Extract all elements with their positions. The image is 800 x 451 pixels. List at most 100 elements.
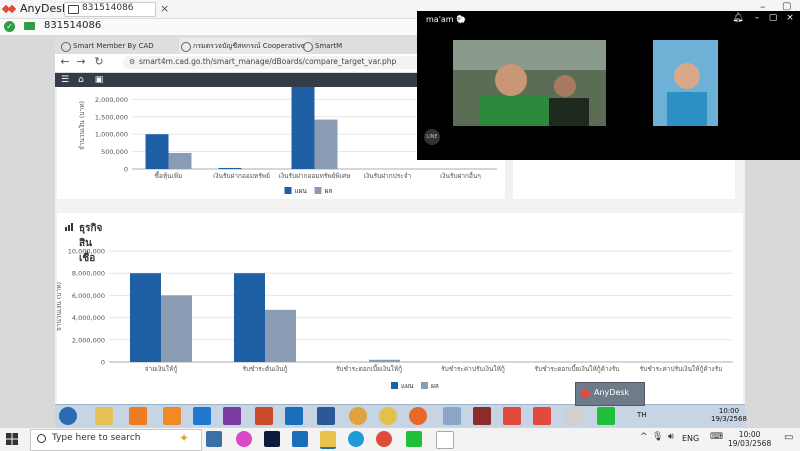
firefox-icon[interactable]: [409, 407, 427, 425]
remote-language-indicator[interactable]: TH: [637, 411, 647, 419]
x-tick-label: เงินรับฝากออมทรัพย์: [213, 172, 270, 180]
photoshop-icon[interactable]: [264, 431, 280, 447]
notification-center-icon[interactable]: ▭: [784, 432, 793, 443]
line-icon[interactable]: [406, 431, 422, 447]
remote-taskbar: TH 10:00 19/3/2568: [55, 404, 747, 427]
maximize-button[interactable]: ▢: [767, 13, 779, 23]
x-tick-label: เงินรับฝากอื่นๆ: [440, 171, 481, 180]
url-text: smart4m.cad.go.th/smart_manage/dBoards/c…: [139, 57, 397, 66]
document-icon[interactable]: [436, 431, 454, 449]
remote-date: 19/3/2568: [711, 415, 747, 423]
remote-address-id: 831514086: [44, 20, 102, 31]
credit-business-card: ธุรกิจสินเชื่อ 0 2,000,000 4,000,000 6,000,…: [55, 213, 743, 407]
minimize-button[interactable]: –: [751, 13, 763, 23]
y-tick-label: 0: [124, 166, 128, 174]
microphone-icon[interactable]: 🎙︎: [652, 432, 663, 442]
monitor-icon: [68, 5, 79, 14]
y-tick-label: 4,000,000: [72, 314, 105, 322]
y-tick-label: 8,000,000: [72, 270, 105, 278]
anydesk-logo-icon: [2, 4, 16, 14]
home-icon[interactable]: ⌂: [75, 74, 87, 86]
start-orb-icon[interactable]: [59, 407, 77, 425]
y-tick-label: 1,000,000: [95, 131, 128, 139]
video-call-window: ma'am 🐑 🔔︎ – ▢ × LINE: [417, 11, 800, 160]
chart-bar: [291, 87, 315, 169]
dashboard-icon[interactable]: ▣: [93, 74, 105, 86]
taskbar-search-box[interactable]: Type here to search ✦: [30, 429, 202, 451]
outlook-icon[interactable]: [292, 431, 308, 447]
windows-start-icon[interactable]: [6, 433, 18, 445]
powerpoint-icon[interactable]: [255, 407, 273, 425]
chart-bar: [145, 134, 169, 169]
winrar-icon[interactable]: [473, 407, 491, 425]
outlook-icon[interactable]: [285, 407, 303, 425]
x-tick-label: รับชำระต้นเงินกู้: [242, 365, 287, 373]
x-tick-label: รับชำระค่าปรับเงินให้กู้ค้างรับ: [640, 365, 722, 373]
chart-bar: [369, 359, 400, 362]
line-icon[interactable]: [597, 407, 615, 425]
legend-label: แผน: [401, 382, 414, 390]
anydesk-taskbar-preview[interactable]: AnyDesk: [575, 382, 645, 406]
x-tick-label: รับชำระดอกเบี้ยเงินให้กู้: [336, 364, 402, 373]
host-clock[interactable]: 10:00 19/03/2568: [728, 430, 771, 448]
media-player-icon[interactable]: [129, 407, 147, 425]
bar-chart-icon: [65, 223, 73, 231]
session-tab-label: 831514086: [82, 3, 134, 13]
x-tick-label: รับชำระดอกเบี้ยเงินให้กู้ค้างรับ: [535, 364, 620, 373]
session-tab[interactable]: 831514086: [64, 2, 156, 17]
back-icon[interactable]: ←: [59, 56, 71, 68]
notification-icon[interactable]: 🔔︎: [732, 13, 744, 23]
browser-tab-3[interactable]: SmartM: [301, 38, 375, 54]
word-icon[interactable]: [317, 407, 335, 425]
edge-icon[interactable]: [348, 431, 364, 447]
remote-clock[interactable]: 10:00 19/3/2568: [711, 407, 747, 423]
chart-bar: [130, 273, 161, 362]
chart-bar: [314, 119, 338, 169]
chrome-icon[interactable]: [376, 431, 392, 447]
anydesk-icon[interactable]: [503, 407, 521, 425]
chart-bar: [218, 167, 242, 169]
app-icon[interactable]: [163, 407, 181, 425]
calendar-app-icon[interactable]: [206, 431, 222, 447]
copilot-icon[interactable]: [236, 431, 252, 447]
browser-tab-2[interactable]: กรมตรวจบัญชีสหกรณ์ Cooperative: [179, 38, 311, 54]
legend-swatch: [284, 187, 292, 194]
y-tick-label: 2,000,000: [95, 96, 128, 104]
globe-icon: [181, 42, 191, 52]
anydesk-preview-label: AnyDesk: [594, 388, 630, 397]
close-button[interactable]: ×: [784, 13, 796, 23]
chrome-icon[interactable]: [349, 407, 367, 425]
site-info-icon[interactable]: ⚙: [129, 58, 135, 66]
onenote-icon[interactable]: [223, 407, 241, 425]
host-taskbar: Type here to search ✦ ^ 🎙︎ 🔊︎ ENG ⌨ 10:0…: [0, 427, 800, 451]
close-session-tab-button[interactable]: ×: [160, 2, 169, 15]
explorer-icon[interactable]: [95, 407, 113, 425]
volume-icon[interactable]: 🔊︎: [668, 432, 674, 442]
chart-bar: [161, 295, 192, 362]
keyboard-icon[interactable]: ⌨: [710, 432, 723, 442]
credit-bar-chart: 02,000,0004,000,0006,000,0008,000,00010,…: [55, 248, 733, 390]
tray-chevron-icon[interactable]: ^: [640, 432, 648, 442]
file-explorer-icon[interactable]: [320, 431, 336, 449]
line-app-icon: LINE: [424, 129, 440, 145]
chrome-icon[interactable]: [379, 407, 397, 425]
remote-monitor-icon[interactable]: [24, 22, 35, 30]
anydesk-icon[interactable]: [533, 407, 551, 425]
edge-icon[interactable]: [193, 407, 211, 425]
globe-icon: [303, 42, 313, 52]
chart-bar: [265, 309, 296, 362]
search-placeholder: Type here to search: [52, 433, 141, 443]
forward-icon[interactable]: →: [75, 56, 87, 68]
language-indicator[interactable]: ENG: [682, 434, 699, 443]
chart-bar: [168, 152, 192, 169]
app-icon[interactable]: [565, 407, 583, 425]
browser-tab-1[interactable]: Smart Member By CAD ×: [59, 38, 189, 54]
legend-swatch: [421, 382, 428, 389]
x-tick-label: รับชำระค่าปรับเงินให้กู้: [441, 365, 505, 373]
host-time: 10:00: [738, 430, 761, 439]
menu-icon[interactable]: ☰: [59, 74, 71, 86]
app-icon[interactable]: [443, 407, 461, 425]
legend-label: ผล: [325, 187, 333, 195]
reload-icon[interactable]: ↻: [93, 56, 105, 68]
browser-tab-label: กรมตรวจบัญชีสหกรณ์ Cooperative: [193, 42, 306, 50]
